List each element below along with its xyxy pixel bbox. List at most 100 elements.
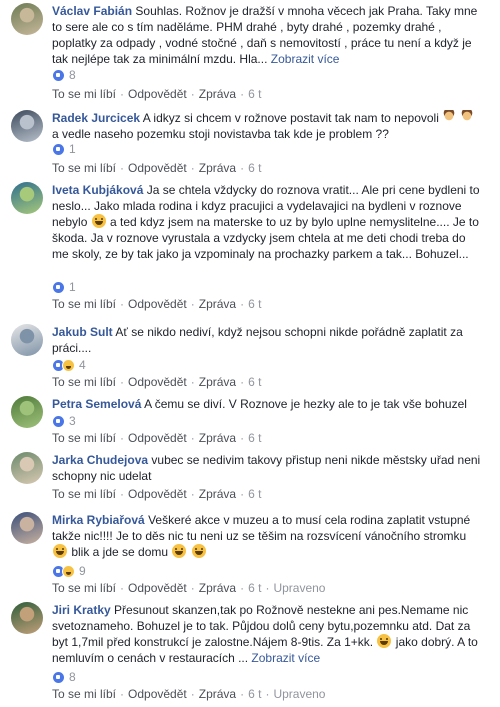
timestamp-link[interactable]: 6 t	[248, 297, 261, 311]
comment: Jakub Sult Ať se nikdo nediví, když nejs…	[0, 0, 500, 707]
reaction-summary[interactable]: 8	[52, 68, 76, 82]
message-link[interactable]: Zpráva	[199, 161, 236, 175]
reaction-summary[interactable]: 4	[52, 358, 86, 372]
reply-link[interactable]: Odpovědět	[128, 297, 187, 311]
edited-label[interactable]: Upraveno	[273, 581, 325, 595]
separator-dot: ·	[240, 581, 245, 595]
timestamp-link[interactable]: 6 t	[248, 87, 261, 101]
timestamp-link[interactable]: 6 t	[248, 161, 261, 175]
separator-dot: ·	[120, 161, 125, 175]
reaction-summary[interactable]: 8	[52, 670, 76, 684]
edited-label[interactable]: Upraveno	[273, 687, 325, 701]
separator-dot: ·	[120, 581, 125, 595]
reaction-count: 3	[69, 414, 76, 428]
separator-dot: ·	[190, 687, 195, 701]
comment-body-text: a vedle naseho pozemku stoji novistavba …	[52, 127, 389, 141]
reply-link[interactable]: Odpovědět	[128, 687, 187, 701]
separator-dot: ·	[120, 375, 125, 389]
separator-dot: ·	[190, 487, 195, 501]
comment-author-link[interactable]: Radek Jurcicek	[52, 111, 140, 125]
reaction-summary[interactable]: 1	[52, 142, 76, 156]
comment-author-link[interactable]: Mirka Rybiařová	[52, 513, 145, 527]
separator-dot: ·	[240, 687, 245, 701]
reply-link[interactable]: Odpovědět	[128, 431, 187, 445]
see-more-link[interactable]: Zobrazit více	[271, 52, 340, 66]
separator-dot: ·	[240, 87, 245, 101]
timestamp-link[interactable]: 6 t	[248, 487, 261, 501]
avatar[interactable]	[11, 602, 43, 634]
reaction-summary[interactable]: 9	[52, 564, 86, 578]
separator-dot: ·	[120, 297, 125, 311]
like-link[interactable]: To se mi líbí	[52, 161, 116, 175]
avatar[interactable]	[11, 110, 43, 142]
comment-actions: To se mi líbí · Odpovědět · Zpráva · 6 t	[52, 160, 261, 176]
comment-text: Radek Jurcicek A idkyz si chcem v rožnov…	[52, 110, 482, 142]
separator-dot: ·	[190, 375, 195, 389]
comment-list: Václav Fabián Souhlas. Rožnov je dražší …	[0, 0, 500, 707]
grinning-face-icon	[191, 544, 206, 558]
like-link[interactable]: To se mi líbí	[52, 87, 116, 101]
timestamp-link[interactable]: 6 t	[248, 431, 261, 445]
comment-author-link[interactable]: Václav Fabián	[52, 4, 132, 18]
like-link[interactable]: To se mi líbí	[52, 687, 116, 701]
separator-dot: ·	[240, 487, 245, 501]
message-link[interactable]: Zpráva	[199, 375, 236, 389]
comment-text: Iveta Kubjáková Ja se chtela vždycky do …	[52, 182, 482, 262]
avatar[interactable]	[11, 452, 43, 484]
separator-dot: ·	[120, 487, 125, 501]
comment-body-text	[187, 545, 190, 559]
separator-dot: ·	[240, 375, 245, 389]
like-link[interactable]: To se mi líbí	[52, 431, 116, 445]
message-link[interactable]: Zpráva	[199, 87, 236, 101]
timestamp-link[interactable]: 6 t	[248, 687, 261, 701]
comment-text: Mirka Rybiařová Veškeré akce v muzeu a t…	[52, 512, 482, 560]
comment-body-text: A idkyz si chcem v rožnove postavit tak …	[142, 111, 443, 125]
avatar[interactable]	[11, 512, 43, 544]
comment-author-link[interactable]: Jarka Chudejova	[52, 453, 148, 467]
avatar[interactable]	[11, 396, 43, 428]
message-link[interactable]: Zpráva	[199, 297, 236, 311]
comment-author-link[interactable]: Petra Semelová	[52, 397, 141, 411]
reaction-summary[interactable]: 1	[52, 280, 76, 294]
reply-link[interactable]: Odpovědět	[128, 581, 187, 595]
separator-dot: ·	[265, 581, 270, 595]
timestamp-link[interactable]: 6 t	[248, 375, 261, 389]
separator-dot: ·	[190, 161, 195, 175]
person-facepalming-icon	[443, 110, 456, 124]
reaction-summary[interactable]: 3	[52, 414, 76, 428]
avatar[interactable]	[11, 182, 43, 214]
see-more-link[interactable]: Zobrazit více	[251, 651, 320, 665]
comment-author-link[interactable]: Iveta Kubjáková	[52, 183, 143, 197]
comment-body-text: a ted kdyz jsem na materske to uz by byl…	[52, 215, 479, 261]
reply-link[interactable]: Odpovědět	[128, 87, 187, 101]
comment-body-text: Ať se nikdo nediví, když nejsou schopni …	[52, 325, 463, 355]
message-link[interactable]: Zpráva	[199, 687, 236, 701]
reaction-count: 8	[69, 68, 76, 82]
avatar[interactable]	[11, 3, 43, 35]
like-link[interactable]: To se mi líbí	[52, 487, 116, 501]
separator-dot: ·	[240, 297, 245, 311]
comment-author-link[interactable]: Jiri Kratky	[52, 603, 111, 617]
comment-author-link[interactable]: Jakub Sult	[52, 325, 113, 339]
confused-face-icon	[91, 214, 106, 228]
like-link[interactable]: To se mi líbí	[52, 581, 116, 595]
comment-actions: To se mi líbí · Odpovědět · Zpráva · 6 t	[52, 430, 261, 446]
timestamp-link[interactable]: 6 t	[248, 581, 261, 595]
message-link[interactable]: Zpráva	[199, 431, 236, 445]
like-link[interactable]: To se mi líbí	[52, 297, 116, 311]
like-link[interactable]: To se mi líbí	[52, 375, 116, 389]
like-reaction-icon	[52, 670, 65, 684]
reply-link[interactable]: Odpovědět	[128, 375, 187, 389]
message-link[interactable]: Zpráva	[199, 581, 236, 595]
message-link[interactable]: Zpráva	[199, 487, 236, 501]
reply-link[interactable]: Odpovědět	[128, 161, 187, 175]
reply-link[interactable]: Odpovědět	[128, 487, 187, 501]
separator-dot: ·	[190, 431, 195, 445]
separator-dot: ·	[240, 161, 245, 175]
like-reaction-icon	[52, 68, 65, 82]
comment-actions: To se mi líbí · Odpovědět · Zpráva · 6 t · Uprav…	[52, 580, 325, 596]
avatar[interactable]	[11, 324, 43, 356]
like-reaction-icon	[52, 280, 65, 294]
separator-dot: ·	[120, 687, 125, 701]
grinning-face-icon	[172, 544, 187, 558]
